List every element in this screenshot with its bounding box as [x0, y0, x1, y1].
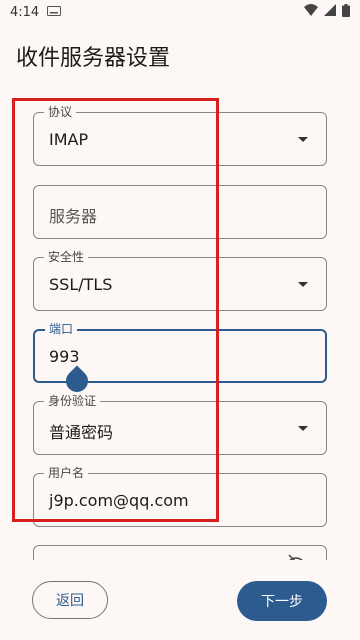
status-time: 4:14 — [10, 4, 40, 20]
signal-icon — [324, 4, 336, 20]
status-bar: 4:14 — [0, 0, 360, 24]
status-right — [304, 3, 350, 21]
dropdown-arrow-icon — [298, 137, 308, 142]
page-title: 收件服务器设置 — [16, 46, 171, 71]
wifi-icon — [304, 4, 318, 20]
highlight-box — [12, 98, 219, 522]
status-left: 4:14 — [10, 4, 62, 20]
keyboard-icon — [47, 5, 62, 20]
dropdown-arrow-icon — [298, 282, 308, 287]
back-button[interactable]: 返回 — [32, 581, 108, 619]
battery-icon — [342, 3, 350, 21]
dropdown-arrow-icon — [298, 426, 308, 431]
next-button[interactable]: 下一步 — [237, 581, 327, 621]
